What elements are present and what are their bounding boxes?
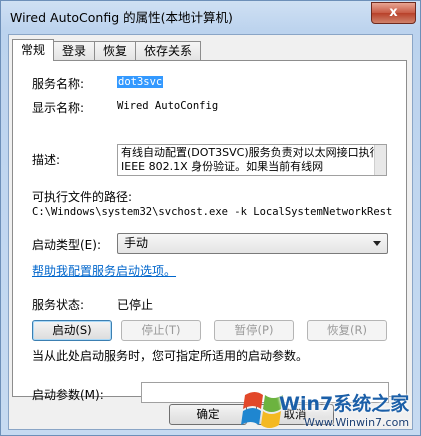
startup-type-select[interactable]: 手动 xyxy=(117,233,388,254)
tab-recovery[interactable]: 恢复 xyxy=(94,41,137,60)
general-panel: 服务名称: dot3svc 显示名称: Wired AutoConfig 描述:… xyxy=(12,60,407,403)
display-name-value[interactable]: Wired AutoConfig xyxy=(117,100,218,112)
watermark-url: Www.Winwin7.com xyxy=(304,416,410,429)
exe-path-label: 可执行文件的路径: xyxy=(32,190,133,204)
properties-window: Wired AutoConfig 的属性(本地计算机) x 常规 登录 恢复 依… xyxy=(0,0,421,436)
chevron-down-icon xyxy=(373,241,381,246)
start-params-hint: 当从此处启动服务时，您可指定所适用的启动参数。 xyxy=(32,349,309,363)
service-name-selected-text: dot3svc xyxy=(117,76,164,88)
stop-button[interactable]: 停止(T) xyxy=(121,320,201,341)
pause-button[interactable]: 暂停(P) xyxy=(214,320,294,341)
close-button[interactable]: x xyxy=(371,2,416,24)
service-name-label: 服务名称: xyxy=(32,77,85,91)
tab-general[interactable]: 常规 xyxy=(12,39,55,61)
dialog-client: 常规 登录 恢复 依存关系 服务名称: dot3svc 显示名称: Wired … xyxy=(8,34,413,430)
tab-dependencies[interactable]: 依存关系 xyxy=(135,41,202,60)
display-name-label: 显示名称: xyxy=(32,101,85,115)
description-scrollbar[interactable] xyxy=(374,145,386,175)
resume-button[interactable]: 恢复(R) xyxy=(307,320,387,341)
tab-strip: 常规 登录 恢复 依存关系 xyxy=(12,39,202,61)
tab-logon[interactable]: 登录 xyxy=(53,41,96,60)
help-config-link[interactable]: 帮助我配置服务启动选项。 xyxy=(32,262,176,279)
description-label: 描述: xyxy=(32,153,61,167)
startup-type-selected: 手动 xyxy=(124,236,149,250)
window-title: Wired AutoConfig 的属性(本地计算机) xyxy=(10,10,233,25)
title-bar[interactable]: Wired AutoConfig 的属性(本地计算机) x xyxy=(1,1,420,29)
description-text: 有线自动配置(DOT3SVC)服务负责对以太网接口执行 IEEE 802.1X … xyxy=(121,146,381,173)
start-params-label: 启动参数(M): xyxy=(32,388,104,402)
service-status-label: 服务状态: xyxy=(32,298,85,312)
description-box[interactable]: 有线自动配置(DOT3SVC)服务负责对以太网接口执行 IEEE 802.1X … xyxy=(117,144,387,176)
ok-button[interactable]: 确定 xyxy=(169,404,247,425)
startup-type-label: 启动类型(E): xyxy=(32,238,101,252)
service-status-value: 已停止 xyxy=(117,298,154,312)
watermark-text: Win7系统之家 xyxy=(279,393,410,415)
service-name-value[interactable]: dot3svc xyxy=(117,76,164,88)
exe-path-value[interactable]: C:\Windows\system32\svchost.exe -k Local… xyxy=(32,206,392,218)
start-button[interactable]: 启动(S) xyxy=(32,320,112,341)
